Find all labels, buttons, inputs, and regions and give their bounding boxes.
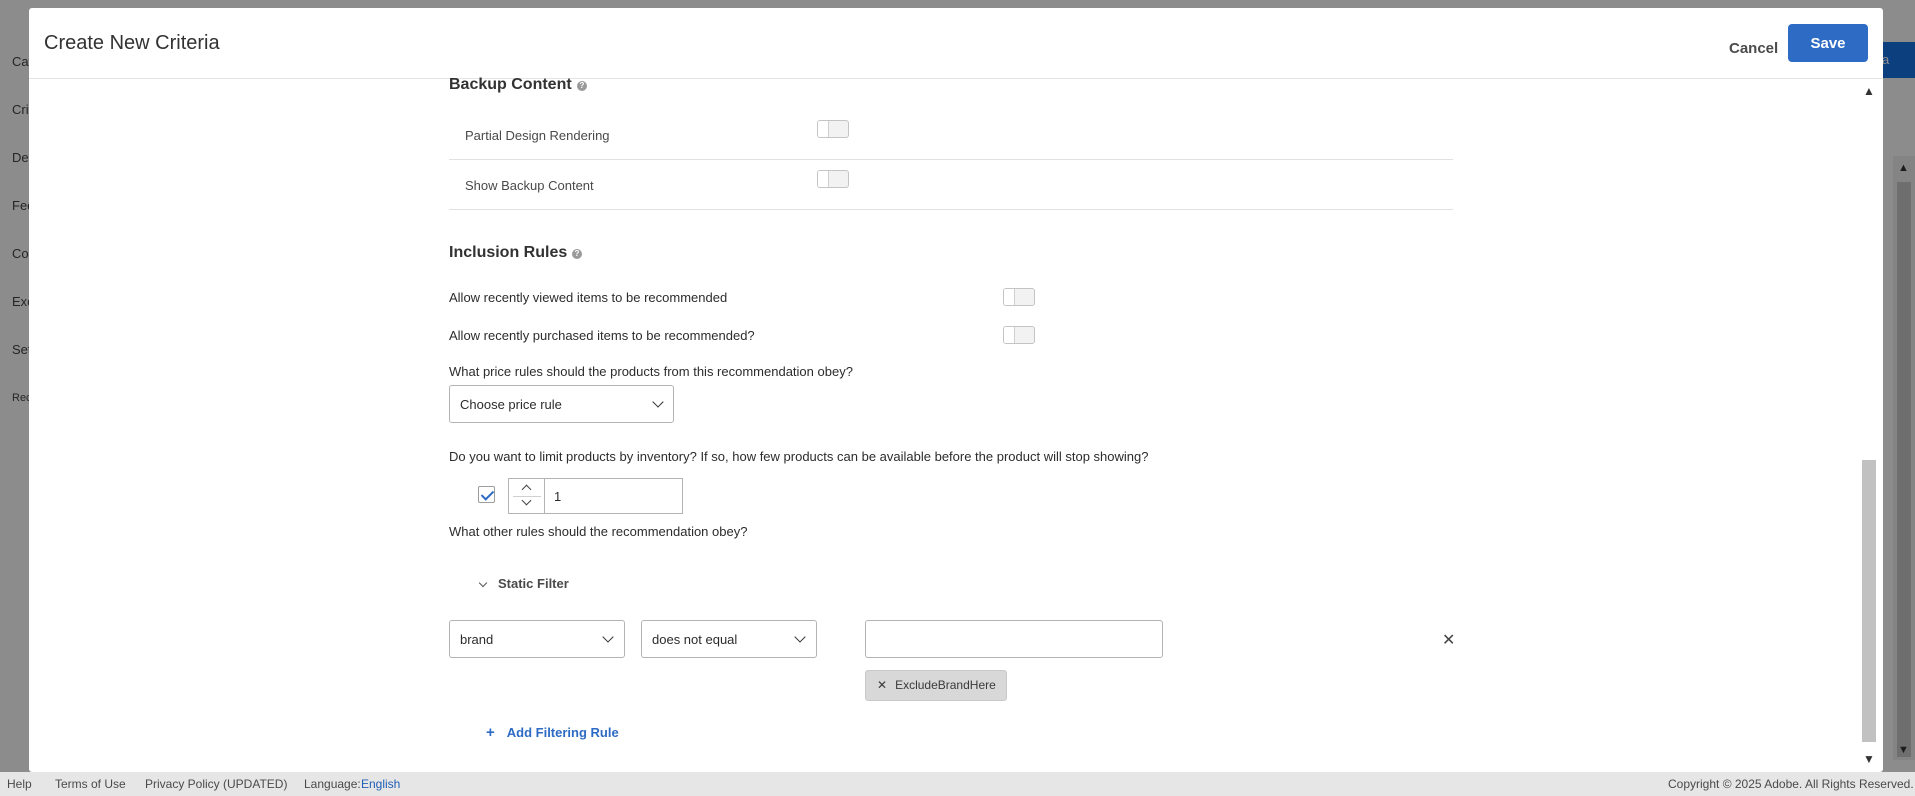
partial-design-rendering-label: Partial Design Rendering: [465, 128, 610, 143]
other-rules-question: What other rules should the recommendati…: [449, 524, 748, 539]
language-selector[interactable]: English: [361, 777, 400, 791]
scroll-up-icon[interactable]: ▲: [1863, 84, 1875, 98]
page-footer: Help Terms of Use Privacy Policy (UPDATE…: [0, 772, 1915, 796]
chevron-up-icon[interactable]: [521, 484, 532, 495]
quantity-stepper[interactable]: [508, 478, 544, 514]
static-filter-toggle[interactable]: Static Filter: [498, 576, 569, 591]
recently-purchased-toggle[interactable]: [1003, 326, 1035, 344]
chevron-down-icon: [794, 631, 806, 643]
filter-operator-select[interactable]: does not equal: [641, 620, 817, 658]
cancel-button[interactable]: Cancel: [1723, 31, 1784, 65]
inventory-quantity-input[interactable]: [544, 478, 683, 514]
terms-link[interactable]: Terms of Use: [55, 777, 126, 791]
tag-label: ExcludeBrandHere: [895, 678, 996, 692]
inclusion-rules-heading: Inclusion Rules: [449, 244, 568, 261]
filter-value-input[interactable]: [865, 620, 1163, 658]
divider: [449, 209, 1453, 210]
add-filtering-rule-button[interactable]: + Add Filtering Rule: [486, 724, 619, 741]
divider: [449, 159, 1453, 160]
recently-viewed-label: Allow recently viewed items to be recomm…: [449, 290, 728, 305]
help-icon[interactable]: ?: [572, 249, 582, 259]
privacy-link[interactable]: Privacy Policy (UPDATED): [145, 777, 287, 791]
filter-attribute-value: brand: [460, 632, 494, 647]
remove-rule-close-icon[interactable]: ✕: [1442, 630, 1455, 650]
inventory-question: Do you want to limit products by invento…: [449, 449, 1149, 464]
backup-content-heading: Backup Content: [449, 76, 572, 93]
filter-attribute-select[interactable]: brand: [449, 620, 625, 658]
modal-header: Create New Criteria Cancel Save: [29, 8, 1883, 79]
add-filtering-rule-label: Add Filtering Rule: [506, 725, 619, 740]
save-button[interactable]: Save: [1788, 24, 1868, 62]
create-criteria-modal: Create New Criteria Cancel Save ▲ ▼ Back…: [29, 8, 1883, 772]
filter-operator-value: does not equal: [652, 632, 738, 647]
chevron-down-icon: [652, 396, 664, 408]
help-link[interactable]: Help: [7, 777, 32, 791]
price-rule-select[interactable]: Choose price rule: [449, 385, 674, 423]
show-backup-content-label: Show Backup Content: [465, 178, 594, 193]
chevron-down-icon: [602, 631, 614, 643]
recently-viewed-toggle[interactable]: [1003, 288, 1035, 306]
chevron-down-icon[interactable]: [521, 495, 532, 506]
help-icon[interactable]: ?: [577, 81, 587, 91]
modal-title: Create New Criteria: [44, 32, 220, 54]
recently-purchased-label: Allow recently purchased items to be rec…: [449, 328, 755, 343]
tag-remove-icon[interactable]: ✕: [877, 678, 887, 692]
chevron-down-icon[interactable]: [478, 578, 488, 588]
price-rule-question: What price rules should the products fro…: [449, 364, 853, 379]
filter-value-tag: ✕ ExcludeBrandHere: [865, 670, 1007, 701]
scroll-down-icon[interactable]: ▼: [1863, 752, 1875, 766]
plus-icon: +: [486, 724, 495, 741]
show-backup-content-toggle[interactable]: [817, 170, 849, 188]
partial-design-rendering-toggle[interactable]: [817, 120, 849, 138]
copyright: Copyright © 2025 Adobe. All Rights Reser…: [1668, 777, 1914, 791]
language-label: Language:: [304, 777, 361, 791]
modal-scrollbar-thumb[interactable]: [1862, 460, 1876, 742]
price-rule-value: Choose price rule: [460, 397, 562, 412]
inventory-checkbox[interactable]: [478, 486, 495, 503]
